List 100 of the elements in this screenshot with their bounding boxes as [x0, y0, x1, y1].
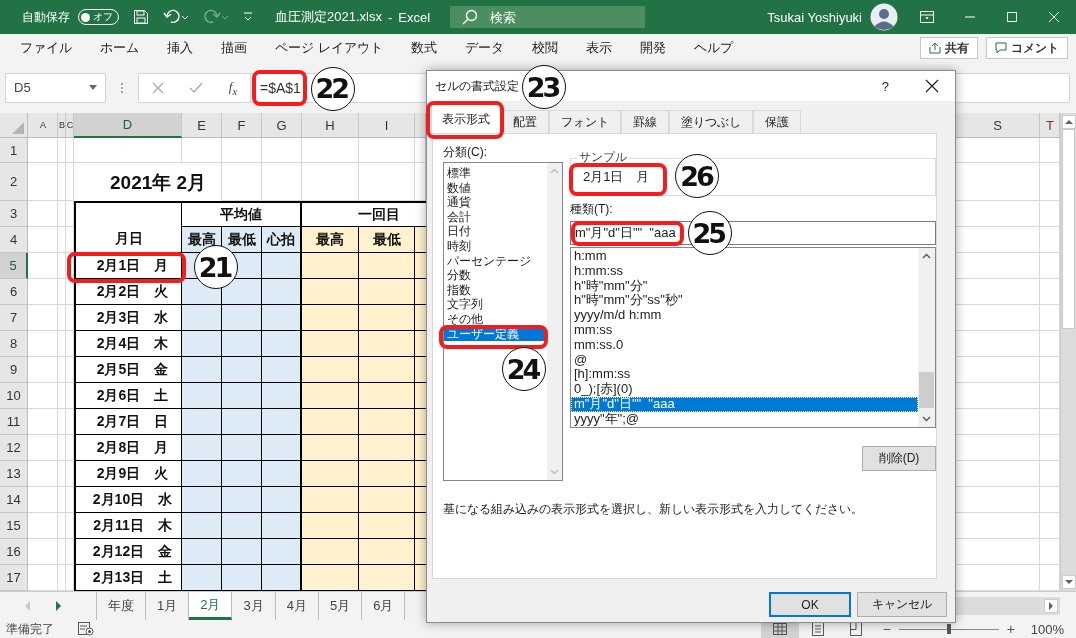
- dropdown-icon[interactable]: [89, 85, 97, 90]
- vertical-scrollbar[interactable]: [1060, 113, 1076, 591]
- row-header[interactable]: 10: [0, 383, 28, 409]
- column-header[interactable]: T: [1040, 113, 1060, 138]
- ok-button[interactable]: OK: [769, 592, 851, 617]
- row-header[interactable]: 2: [0, 163, 28, 201]
- customize-icon[interactable]: [243, 11, 253, 23]
- maximize-icon[interactable]: [1006, 11, 1018, 23]
- sheet-tab[interactable]: 3月: [232, 592, 276, 620]
- row-header[interactable]: 9: [0, 357, 28, 383]
- share-button[interactable]: 共有: [920, 37, 978, 59]
- ribbon-tab[interactable]: 描画: [207, 36, 261, 60]
- dialog-tab[interactable]: 表示形式: [431, 104, 501, 133]
- cancel-button[interactable]: キャンセル: [857, 592, 947, 617]
- ribbon-tab[interactable]: ページ レイアウト: [261, 36, 397, 60]
- format-item[interactable]: m"月"d"日"" "aaa: [571, 396, 918, 412]
- format-item[interactable]: mm:ss.0: [571, 337, 918, 353]
- format-item[interactable]: @: [571, 352, 918, 368]
- category-item[interactable]: 会計: [444, 209, 547, 225]
- zoom-level[interactable]: 100%: [1030, 621, 1064, 637]
- category-item[interactable]: 日付: [444, 224, 547, 239]
- format-item[interactable]: 0_);[赤](0): [571, 382, 918, 397]
- row-header[interactable]: 3: [0, 201, 28, 227]
- column-header[interactable]: H: [302, 113, 359, 138]
- dialog-tab[interactable]: 塗りつぶし: [669, 110, 753, 133]
- ribbon-tab[interactable]: ホーム: [86, 36, 153, 60]
- list-scrollbar[interactable]: [918, 248, 935, 427]
- dialog-tab[interactable]: フォント: [549, 110, 621, 133]
- row-header[interactable]: 4: [0, 227, 28, 253]
- category-item[interactable]: 文字列: [444, 297, 547, 312]
- slider-thumb[interactable]: [946, 624, 951, 634]
- ribbon-tab[interactable]: ヘルプ: [679, 36, 747, 60]
- category-item[interactable]: 標準: [444, 166, 547, 181]
- sheet-tab[interactable]: 2月: [189, 592, 233, 620]
- name-box[interactable]: D5: [5, 72, 106, 103]
- dialog-tab[interactable]: 罫線: [621, 110, 669, 133]
- category-item[interactable]: 時刻: [444, 238, 547, 254]
- horizontal-scrollbar[interactable]: [956, 597, 1060, 615]
- zoom-out-button[interactable]: −: [880, 621, 893, 637]
- ribbon-tab[interactable]: データ: [450, 36, 518, 60]
- search-field[interactable]: 検索: [450, 6, 646, 28]
- user-avatar[interactable]: [870, 3, 898, 31]
- row-header[interactable]: 16: [0, 539, 28, 565]
- sheet-tab[interactable]: 4月: [275, 592, 319, 620]
- scroll-right-icon[interactable]: [1044, 599, 1058, 613]
- row-header[interactable]: 12: [0, 435, 28, 461]
- row-header[interactable]: 13: [0, 461, 28, 487]
- column-header[interactable]: E: [182, 113, 222, 138]
- row-header[interactable]: 6: [0, 279, 28, 305]
- ribbon-tab[interactable]: 表示: [571, 36, 626, 60]
- sheet-tab[interactable]: 6月: [362, 592, 406, 620]
- format-item[interactable]: mm:ss: [571, 323, 918, 338]
- grip-icon[interactable]: [120, 81, 124, 94]
- ribbon-tab[interactable]: 挿入: [153, 36, 207, 60]
- scroll-up-icon[interactable]: [1061, 115, 1076, 129]
- row-header[interactable]: 5: [0, 253, 28, 279]
- column-header[interactable]: I: [359, 113, 415, 138]
- format-item[interactable]: h"時"mm"分": [571, 278, 918, 294]
- insert-function-button[interactable]: f$_{x}$: [228, 78, 238, 97]
- column-header[interactable]: S: [956, 113, 1040, 138]
- format-item[interactable]: [h]:mm:ss: [571, 367, 918, 383]
- close-icon[interactable]: [925, 79, 939, 93]
- comment-button[interactable]: コメント: [986, 37, 1068, 59]
- scrollbar-thumb[interactable]: [919, 372, 934, 408]
- scroll-right-icon[interactable]: [54, 601, 62, 611]
- column-header[interactable]: F: [222, 113, 262, 138]
- undo-icon[interactable]: [163, 9, 189, 25]
- row-header[interactable]: 14: [0, 487, 28, 513]
- save-icon[interactable]: [133, 9, 149, 25]
- row-header[interactable]: 17: [0, 565, 28, 591]
- format-item[interactable]: yyyy/m/d h:mm: [571, 308, 918, 323]
- row-header[interactable]: 1: [0, 138, 28, 163]
- row-header[interactable]: 7: [0, 305, 28, 331]
- row-header[interactable]: 8: [0, 331, 28, 357]
- ribbon-tab[interactable]: 校閲: [517, 36, 572, 60]
- ribbon-tab[interactable]: 開発: [625, 36, 680, 60]
- format-item[interactable]: h"時"mm"分"ss"秒": [571, 293, 918, 309]
- ribbon-tab[interactable]: ファイル: [6, 36, 86, 60]
- category-item[interactable]: パーセンテージ: [444, 253, 547, 269]
- ribbon-tab[interactable]: 数式: [396, 36, 451, 60]
- column-header[interactable]: G: [262, 113, 302, 138]
- category-item[interactable]: 指数: [444, 282, 547, 298]
- sheet-tab[interactable]: 年度: [97, 592, 146, 620]
- macro-record-icon[interactable]: [78, 622, 94, 636]
- help-button[interactable]: ?: [881, 78, 889, 94]
- ribbon-display-icon[interactable]: [920, 11, 934, 23]
- category-item[interactable]: 分数: [444, 268, 547, 283]
- category-item[interactable]: 数値: [444, 180, 547, 196]
- delete-button[interactable]: 削除(D): [862, 446, 936, 471]
- format-item[interactable]: yyyy"年";@: [571, 411, 918, 427]
- zoom-in-button[interactable]: +: [1004, 621, 1017, 637]
- sheet-tab[interactable]: 5月: [318, 592, 363, 620]
- dialog-tab[interactable]: 配置: [501, 110, 549, 133]
- scroll-down-icon[interactable]: [1061, 575, 1076, 589]
- format-item[interactable]: h:mm:ss: [571, 263, 918, 279]
- category-item[interactable]: その他: [444, 311, 547, 327]
- row-header[interactable]: 15: [0, 513, 28, 539]
- column-header[interactable]: A: [28, 113, 58, 138]
- column-header[interactable]: D: [74, 113, 182, 138]
- scrollbar-thumb[interactable]: [1062, 129, 1075, 329]
